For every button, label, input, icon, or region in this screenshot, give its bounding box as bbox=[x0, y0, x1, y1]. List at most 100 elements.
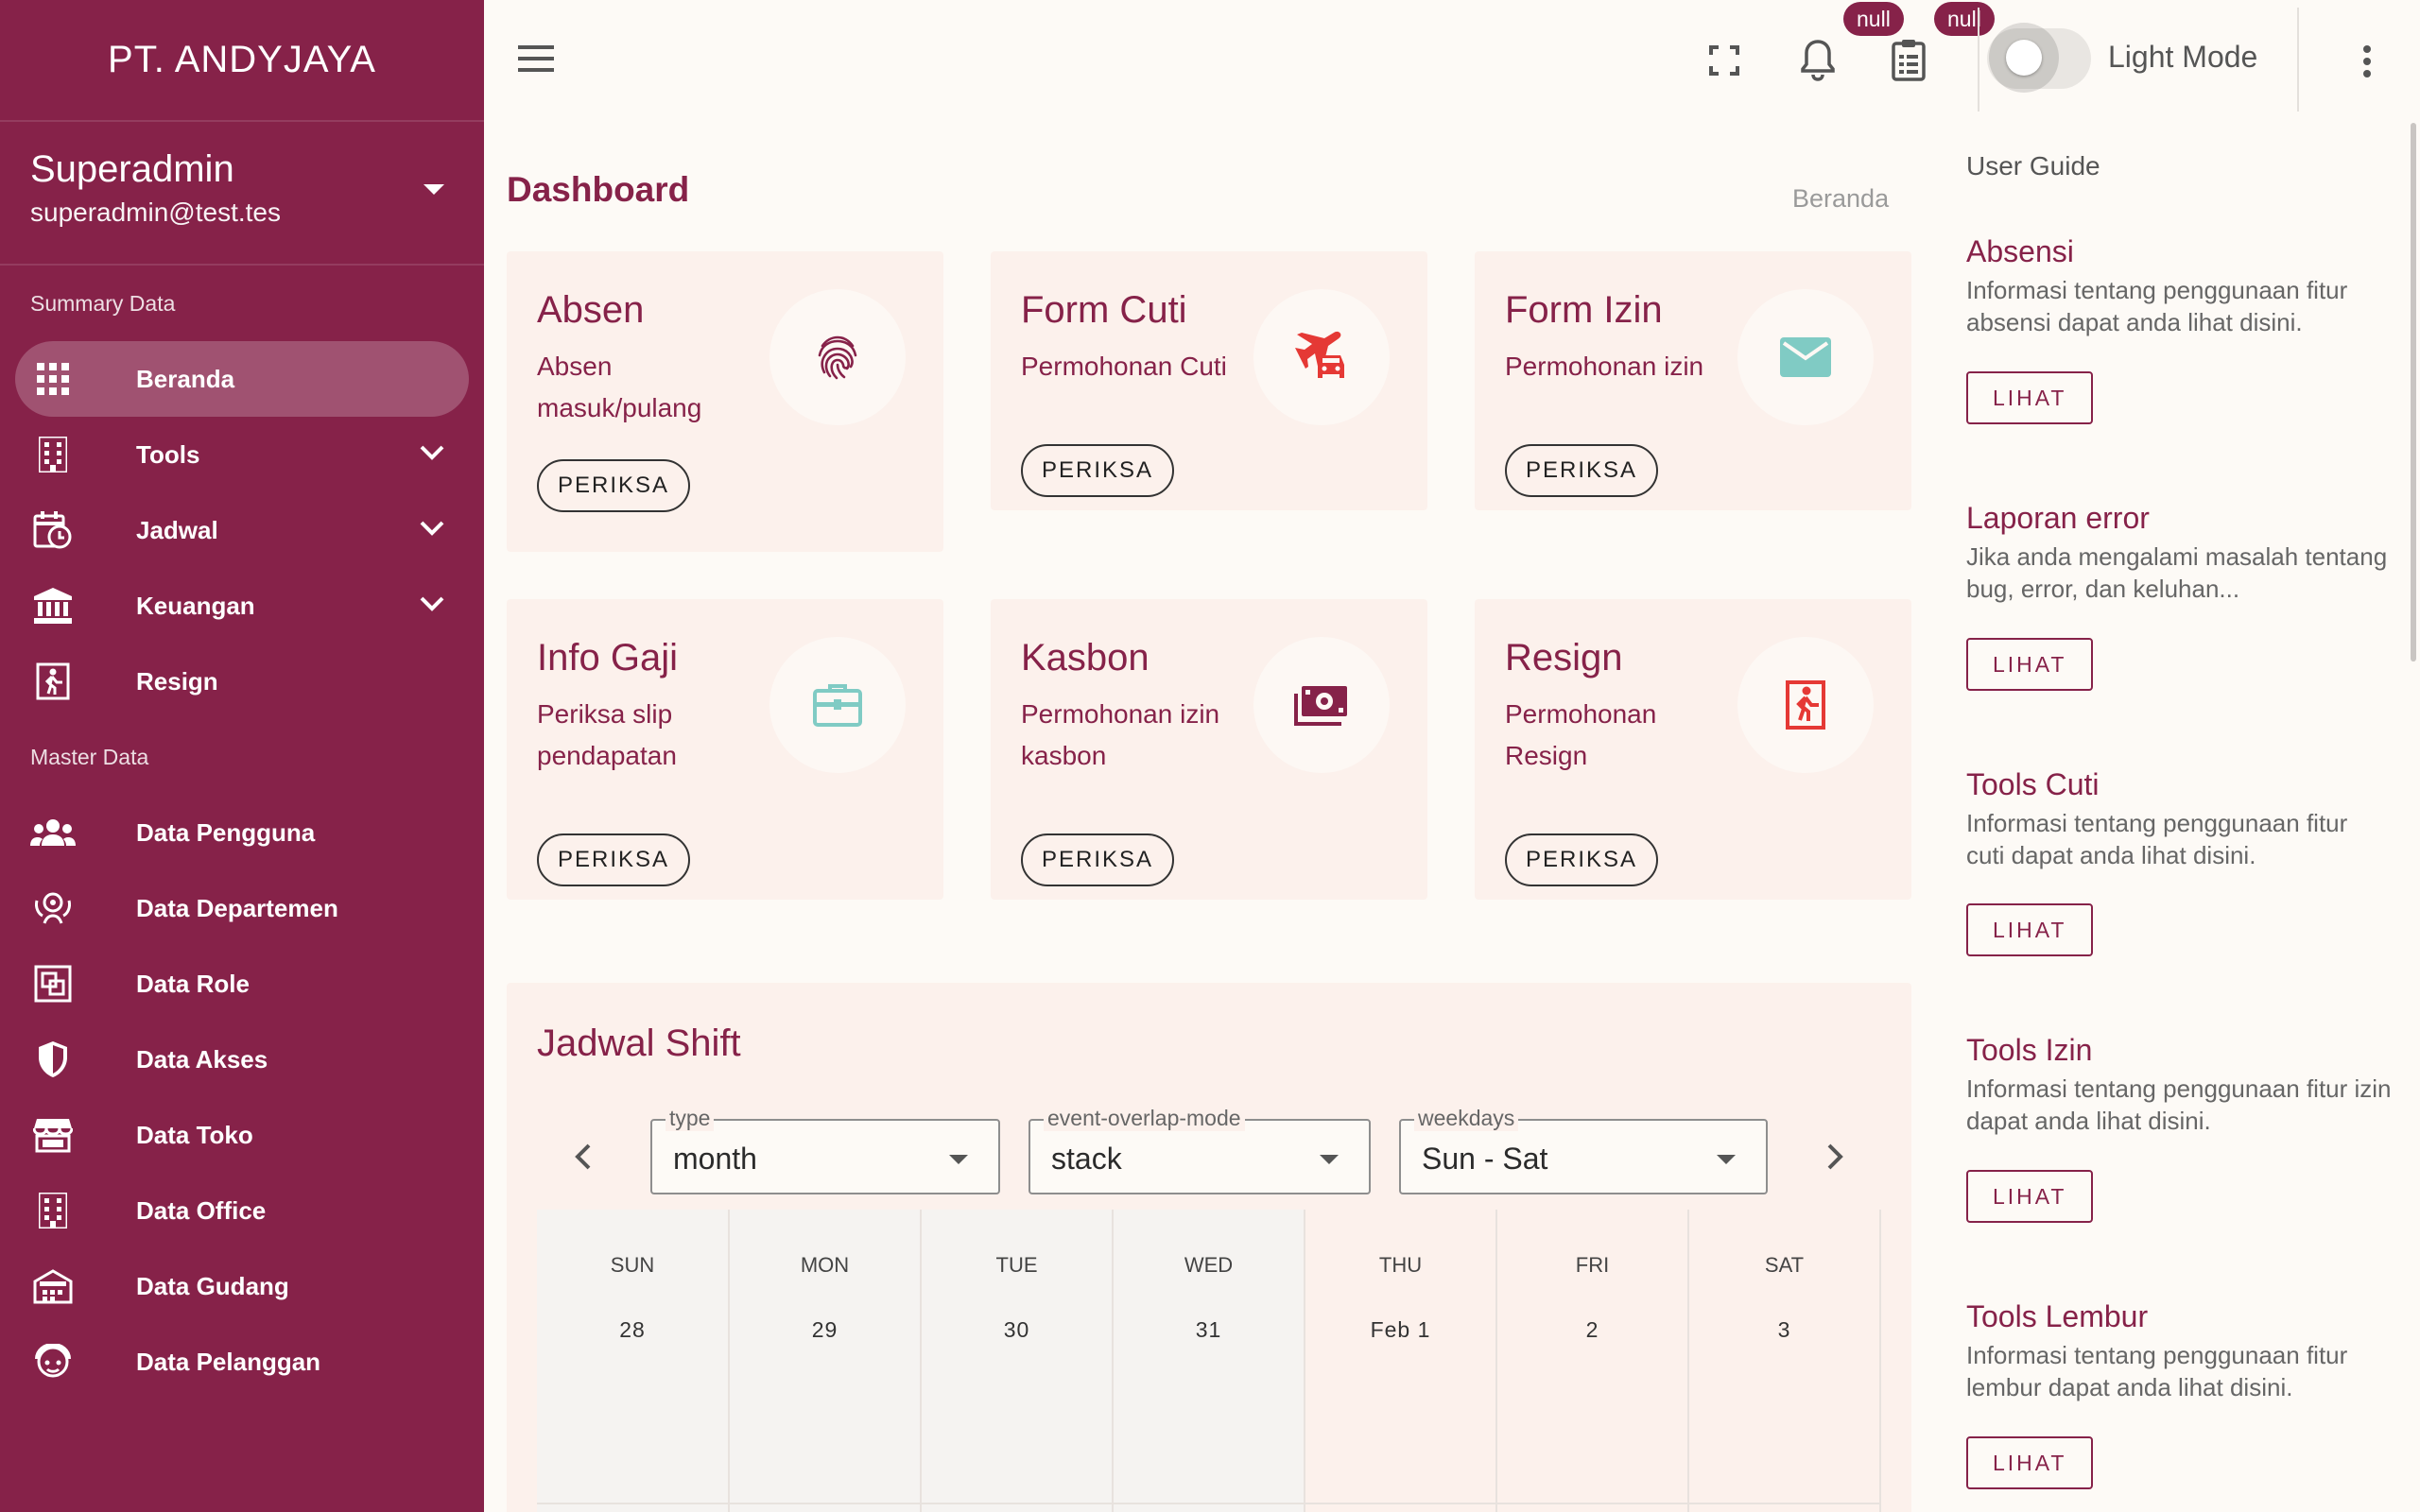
chevron-down-icon[interactable] bbox=[420, 596, 444, 611]
brand-title: PT. ANDYJAYA bbox=[0, 0, 484, 122]
calendar-day-column[interactable]: MON 29 bbox=[730, 1210, 922, 1512]
lihat-button[interactable]: LIHAT bbox=[1966, 638, 2094, 691]
calendar-day-column[interactable]: SUN 28 bbox=[537, 1210, 730, 1512]
periksa-button[interactable]: PERIKSA bbox=[1021, 444, 1175, 497]
card-form-izin: Form Izin Permohonan izin PERIKSA bbox=[1475, 251, 1911, 510]
select-legend: weekdays bbox=[1414, 1106, 1519, 1131]
breadcrumb[interactable]: Beranda bbox=[1792, 184, 1889, 214]
calendar-day-column[interactable]: TUE 30 bbox=[922, 1210, 1114, 1512]
calendar-month: SUN 28 MON 29 TUE 30 WED 31 THU Feb 1 FR… bbox=[537, 1210, 1881, 1512]
sidebar-item-data-departemen[interactable]: Data Departemen bbox=[0, 870, 484, 946]
chevron-down-icon[interactable] bbox=[420, 445, 444, 460]
event-overlap-mode-select[interactable]: event-overlap-mode stack bbox=[1028, 1106, 1371, 1194]
chevron-right-icon[interactable] bbox=[1826, 1143, 1843, 1170]
guide-description: Informasi tentang penggunaan fitur izin … bbox=[1966, 1074, 2392, 1135]
periksa-button[interactable]: PERIKSA bbox=[1505, 444, 1659, 497]
sidebar-item-data-pengguna[interactable]: Data Pengguna bbox=[0, 795, 484, 870]
calendar-date[interactable]: 28 bbox=[537, 1317, 728, 1343]
sidebar-item-data-akses[interactable]: Data Akses bbox=[0, 1022, 484, 1097]
more-vert-icon[interactable] bbox=[2363, 45, 2371, 82]
lihat-button[interactable]: LIHAT bbox=[1966, 371, 2094, 424]
periksa-button[interactable]: PERIKSA bbox=[537, 833, 691, 886]
card-kasbon: Kasbon Permohonan izin kasbon PERIKSA bbox=[991, 599, 1427, 900]
store-icon bbox=[28, 1110, 78, 1160]
calendar-day-column[interactable]: SAT 3 bbox=[1689, 1210, 1881, 1512]
chevron-down-icon[interactable] bbox=[420, 521, 444, 536]
caret-down-icon[interactable] bbox=[424, 184, 444, 195]
periksa-button[interactable]: PERIKSA bbox=[537, 459, 691, 512]
sidebar-item-beranda[interactable]: Beranda bbox=[15, 341, 469, 417]
select-value: stack bbox=[1051, 1142, 1122, 1176]
card-title: Info Gaji bbox=[537, 637, 678, 679]
menu-icon[interactable] bbox=[518, 45, 554, 79]
caret-down-icon bbox=[949, 1155, 968, 1164]
sidebar-item-keuangan[interactable]: Keuangan bbox=[0, 568, 484, 644]
clipboard-icon[interactable] bbox=[1891, 38, 1927, 81]
customer-icon bbox=[28, 1337, 78, 1386]
type-select[interactable]: type month bbox=[650, 1106, 1000, 1194]
guide-item-absensi: Absensi Informasi tentang penggunaan fit… bbox=[1966, 232, 2392, 424]
bank-icon bbox=[28, 581, 78, 630]
guide-title: Absensi bbox=[1966, 234, 2074, 268]
guide-item-tools-cuti: Tools Cuti Informasi tentang penggunaan … bbox=[1966, 765, 2392, 956]
bell-icon[interactable] bbox=[1800, 38, 1836, 81]
periksa-button[interactable]: PERIKSA bbox=[1505, 833, 1659, 886]
sidebar-item-data-office[interactable]: Data Office bbox=[0, 1173, 484, 1248]
sidebar-item-label: Data Gudang bbox=[136, 1271, 289, 1300]
weekdays-select[interactable]: weekdays Sun - Sat bbox=[1399, 1106, 1768, 1194]
calendar-date[interactable]: Feb 1 bbox=[1305, 1317, 1495, 1343]
calendar-day-column[interactable]: FRI 2 bbox=[1497, 1210, 1689, 1512]
calendar-date[interactable]: 3 bbox=[1689, 1317, 1879, 1343]
weekday-header: MON bbox=[800, 1253, 850, 1277]
fullscreen-icon[interactable] bbox=[1709, 45, 1739, 76]
card-info-gaji: Info Gaji Periksa slip pendapatan PERIKS… bbox=[507, 599, 943, 900]
calendar-day-column[interactable]: WED 31 bbox=[1114, 1210, 1305, 1512]
sidebar-item-data-toko[interactable]: Data Toko bbox=[0, 1097, 484, 1173]
sidebar-item-tools[interactable]: Tools bbox=[0, 417, 484, 492]
department-icon bbox=[28, 884, 78, 933]
select-legend: event-overlap-mode bbox=[1044, 1106, 1245, 1131]
divider bbox=[2297, 8, 2299, 112]
sidebar-item-resign[interactable]: Resign bbox=[0, 644, 484, 719]
sidebar-item-jadwal[interactable]: Jadwal bbox=[0, 492, 484, 568]
guide-description: Jika anda mengalami masalah tentang bug,… bbox=[1966, 542, 2388, 603]
sidebar-item-label: Data Departemen bbox=[136, 893, 338, 922]
calendar-date[interactable]: 2 bbox=[1497, 1317, 1687, 1343]
card-resign: Resign Permohonan Resign PERIKSA bbox=[1475, 599, 1911, 900]
calendar-day-column[interactable]: THU Feb 1 bbox=[1305, 1210, 1497, 1512]
lihat-button[interactable]: LIHAT bbox=[1966, 1170, 2094, 1223]
scrollbar[interactable] bbox=[2411, 123, 2416, 662]
sidebar-item-label: Data Toko bbox=[136, 1120, 253, 1149]
theme-mode-label: Light Mode bbox=[2108, 40, 2258, 74]
calendar-date[interactable]: 31 bbox=[1114, 1317, 1304, 1343]
chevron-left-icon[interactable] bbox=[575, 1143, 592, 1170]
envelope-icon bbox=[1737, 289, 1874, 425]
sidebar-item-label: Jadwal bbox=[136, 515, 218, 544]
calendar-date[interactable]: 30 bbox=[922, 1317, 1112, 1343]
select-value: Sun - Sat bbox=[1422, 1142, 1548, 1176]
guide-description: Informasi tentang penggunaan fitur absen… bbox=[1966, 276, 2348, 336]
guide-title: Tools Izin bbox=[1966, 1033, 2093, 1067]
lihat-button[interactable]: LIHAT bbox=[1966, 903, 2094, 956]
card-title: Absen bbox=[537, 289, 645, 331]
sidebar-item-label: Data Akses bbox=[136, 1044, 268, 1074]
weekday-header: SUN bbox=[610, 1253, 655, 1277]
user-menu[interactable]: Superadmin superadmin@test.tes bbox=[0, 122, 484, 266]
sidebar-item-data-role[interactable]: Data Role bbox=[0, 946, 484, 1022]
section-label-master: Master Data bbox=[30, 744, 149, 769]
card-subtitle: Permohonan Cuti bbox=[1021, 352, 1227, 381]
weekday-header: TUE bbox=[995, 1253, 1038, 1277]
calendar-date[interactable]: 29 bbox=[730, 1317, 920, 1343]
warehouse-icon bbox=[28, 1262, 78, 1311]
sidebar-item-data-pelanggan[interactable]: Data Pelanggan bbox=[0, 1324, 484, 1400]
lihat-button[interactable]: LIHAT bbox=[1966, 1436, 2094, 1489]
sidebar-item-data-gudang[interactable]: Data Gudang bbox=[0, 1248, 484, 1324]
users-icon bbox=[28, 808, 78, 857]
theme-toggle-knob[interactable] bbox=[1989, 23, 2059, 93]
card-title: Form Izin bbox=[1505, 289, 1663, 331]
periksa-button[interactable]: PERIKSA bbox=[1021, 833, 1175, 886]
caret-down-icon bbox=[1717, 1155, 1736, 1164]
card-title: Kasbon bbox=[1021, 637, 1150, 679]
select-value: month bbox=[673, 1142, 757, 1176]
weekday-header: WED bbox=[1184, 1253, 1234, 1277]
